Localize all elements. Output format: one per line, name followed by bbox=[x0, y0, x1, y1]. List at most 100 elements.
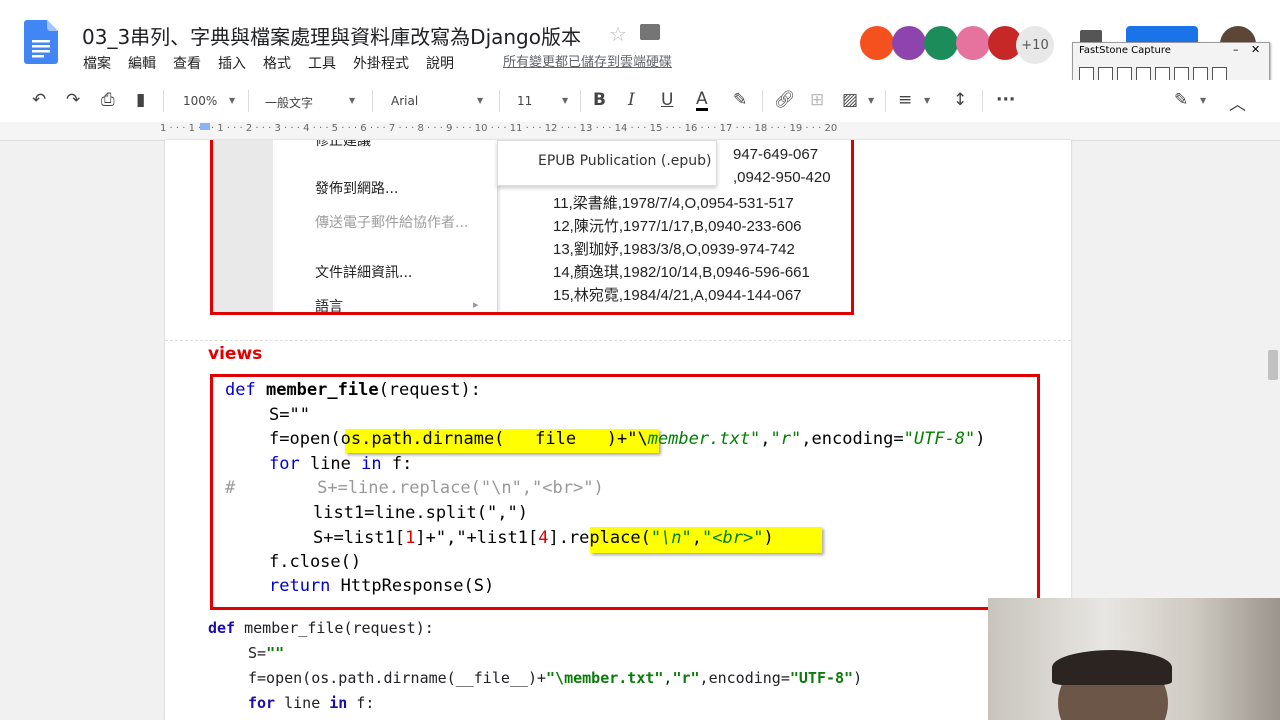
code-string: "\n" bbox=[650, 528, 692, 548]
code-text: f=open(os.path.dirname(__file__)+ bbox=[248, 669, 547, 687]
capture-fullscreen-icon[interactable] bbox=[1155, 67, 1170, 81]
redo-icon[interactable]: ↷ bbox=[66, 90, 80, 110]
member-row: 13,劉珈妤,1983/3/8,O,0939-974-742 bbox=[553, 241, 795, 258]
code-line[interactable]: f=open(os.path.dirname(__file__)+"\membe… bbox=[248, 669, 862, 687]
add-comment-icon[interactable]: ⊞ bbox=[810, 90, 824, 110]
member-row: 12,陳沅竹,1977/1/17,B,0940-233-606 bbox=[553, 218, 802, 235]
code-string: "UTF-8" bbox=[903, 429, 976, 449]
code-text: line bbox=[275, 694, 330, 712]
code-string: member.txt" bbox=[647, 429, 761, 449]
menu-format[interactable]: 格式 bbox=[263, 53, 291, 73]
line-spacing-icon[interactable]: ↕ bbox=[953, 90, 967, 110]
menu-addons[interactable]: 外掛程式 bbox=[353, 53, 409, 73]
capture-freehand-icon[interactable] bbox=[1136, 67, 1151, 81]
bold-button[interactable]: B bbox=[593, 90, 606, 110]
minimize-button[interactable]: – bbox=[1233, 43, 1239, 56]
capture-object-icon[interactable] bbox=[1098, 67, 1113, 81]
faststone-title: FastStone Capture bbox=[1079, 45, 1171, 56]
menu-edit[interactable]: 編輯 bbox=[128, 53, 156, 73]
code-number: 1 bbox=[405, 528, 416, 548]
document-title[interactable]: 03_3串列、字典與檔案處理與資料庫改寫為Django版本 bbox=[82, 21, 581, 50]
code-text: ) bbox=[975, 429, 986, 449]
font-select[interactable]: Arial bbox=[391, 94, 418, 108]
highlight-pen-icon[interactable]: ✎ bbox=[733, 90, 747, 110]
chevron-up-icon[interactable]: ︿ bbox=[1229, 90, 1246, 115]
ruler[interactable]: 1 · · · 1 · · · 1 · · · 2 · · · 3 · · · … bbox=[0, 122, 1280, 141]
chevron-down-icon: ▼ bbox=[1200, 96, 1207, 105]
text-color-button[interactable]: A bbox=[696, 90, 708, 111]
embedded-screenshot-menu[interactable]: 修正建議 發佈到網路... 傳送電子郵件給協作者... 文件詳細資訊... 語言… bbox=[210, 140, 854, 315]
code-keyword: def bbox=[208, 619, 236, 637]
insert-image-icon[interactable]: ▨ bbox=[842, 90, 858, 110]
code-line: f=open(os.path.dirname( file )+"\member.… bbox=[269, 429, 986, 449]
embedded-screenshot-code[interactable]: def member_file(request): S="" f=open(os… bbox=[210, 374, 1040, 610]
paragraph-style-select[interactable]: 一般文字 bbox=[265, 94, 313, 111]
menu-item: EPUB Publication (.epub) bbox=[538, 153, 712, 169]
google-docs-icon[interactable] bbox=[24, 20, 58, 64]
toolbar-divider bbox=[982, 90, 983, 112]
collaborator-avatar[interactable] bbox=[860, 26, 894, 60]
font-size-select[interactable]: 11 bbox=[517, 94, 532, 108]
toolbar-divider bbox=[762, 90, 763, 112]
save-status[interactable]: 所有變更都已儲存到雲端硬碟 bbox=[503, 51, 672, 70]
more-collaborators-badge[interactable]: +10 bbox=[1016, 26, 1054, 64]
collaborator-avatar[interactable] bbox=[892, 26, 926, 60]
align-left-icon[interactable]: ≡ bbox=[898, 90, 912, 110]
print-icon[interactable]: ⎙ bbox=[101, 90, 115, 110]
editing-mode-icon[interactable]: ✎ bbox=[1174, 90, 1188, 110]
paint-format-icon[interactable]: ▮ bbox=[136, 90, 145, 110]
code-line: f.close() bbox=[269, 552, 362, 572]
capture-scrolling-icon[interactable] bbox=[1174, 67, 1189, 81]
chevron-down-icon: ▼ bbox=[349, 96, 356, 105]
close-button[interactable]: ✕ bbox=[1251, 43, 1260, 56]
faststone-toolbar bbox=[1079, 67, 1227, 81]
section-heading[interactable]: views bbox=[208, 344, 262, 364]
code-line[interactable]: S="" bbox=[248, 644, 284, 662]
code-text: HttpResponse(S) bbox=[330, 576, 495, 596]
formatting-toolbar: ↶ ↷ ⎙ ▮ 100% ▼ 一般文字 ▼ Arial ▼ 11 ▼ B I U… bbox=[0, 80, 1280, 123]
screenshot-background bbox=[213, 140, 273, 312]
capture-region-icon[interactable] bbox=[1117, 67, 1132, 81]
italic-button[interactable]: I bbox=[628, 90, 635, 110]
collaborator-avatar[interactable] bbox=[924, 26, 958, 60]
scrollbar[interactable] bbox=[1268, 350, 1278, 380]
code-string: "\member.txt" bbox=[546, 669, 664, 687]
toolbar-divider bbox=[248, 90, 249, 112]
link-icon[interactable]: 🔗︎ bbox=[774, 90, 796, 110]
code-text: ) bbox=[763, 528, 774, 548]
menu-tools[interactable]: 工具 bbox=[308, 53, 336, 73]
code-string: "<br>" bbox=[702, 528, 764, 548]
code-line: return HttpResponse(S) bbox=[269, 576, 494, 596]
code-text: , bbox=[691, 528, 703, 548]
indent-marker[interactable] bbox=[200, 123, 210, 130]
code-text: ]. bbox=[548, 528, 569, 548]
menu-file[interactable]: 檔案 bbox=[83, 53, 111, 73]
menu-help[interactable]: 說明 bbox=[426, 53, 454, 73]
code-line[interactable]: def member_file(request): bbox=[208, 619, 434, 637]
code-line[interactable]: for line in f: bbox=[248, 694, 374, 712]
star-icon[interactable]: ☆ bbox=[609, 22, 627, 46]
zoom-select[interactable]: 100% bbox=[183, 94, 217, 108]
code-text: S+=list1[ bbox=[313, 528, 406, 548]
more-options-button[interactable]: ··· bbox=[996, 90, 1015, 110]
toolbar-divider bbox=[499, 90, 500, 112]
menu-view[interactable]: 查看 bbox=[173, 53, 201, 73]
menu-insert[interactable]: 插入 bbox=[218, 53, 246, 73]
underline-button[interactable]: U bbox=[661, 90, 673, 110]
member-row: 11,梁書維,1978/7/4,O,0954-531-517 bbox=[553, 195, 794, 212]
code-string: "UTF-8" bbox=[789, 669, 854, 687]
file-menu-image: 修正建議 發佈到網路... 傳送電子郵件給協作者... 文件詳細資訊... 語言… bbox=[275, 140, 498, 312]
page-divider bbox=[165, 340, 1071, 341]
code-comment: # S+=line.replace("\n","<br>") bbox=[225, 478, 604, 498]
folder-icon[interactable] bbox=[640, 24, 660, 40]
code-line: list1=line.split(",") bbox=[313, 503, 528, 523]
code-text: ]+","+list1[ bbox=[415, 528, 539, 548]
chevron-down-icon: ▼ bbox=[924, 96, 931, 105]
chevron-down-icon: ▼ bbox=[477, 96, 484, 105]
collaborator-avatar[interactable] bbox=[956, 26, 990, 60]
chevron-down-icon: ▼ bbox=[868, 96, 875, 105]
settings-icon[interactable] bbox=[1193, 67, 1208, 81]
output-icon[interactable] bbox=[1212, 67, 1227, 81]
undo-icon[interactable]: ↶ bbox=[32, 90, 46, 110]
capture-window-icon[interactable] bbox=[1079, 67, 1094, 81]
